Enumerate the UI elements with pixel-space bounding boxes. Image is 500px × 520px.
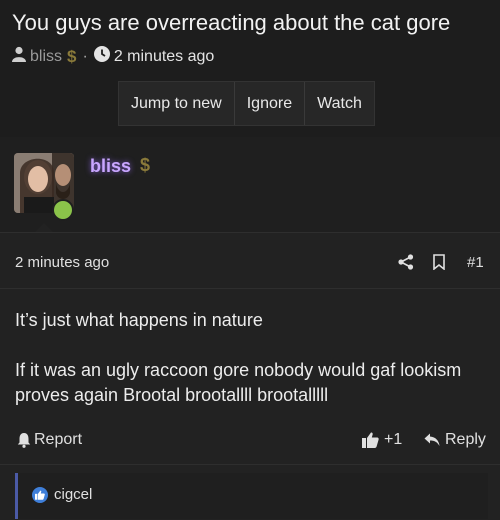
reply-icon: [424, 433, 440, 447]
dollar-badge-icon: $: [140, 155, 151, 175]
post-user-row: [0, 137, 500, 232]
thread-title: You guys are overreacting about the cat …: [12, 10, 451, 35]
thread-time[interactable]: 2 minutes ago: [114, 48, 215, 66]
post-username[interactable]: bliss: [90, 156, 131, 177]
report-button[interactable]: Report: [17, 431, 82, 449]
thumbs-up-icon: [362, 432, 379, 448]
share-icon[interactable]: [398, 254, 414, 275]
like-count: +1: [384, 431, 403, 448]
reply-label: Reply: [445, 431, 486, 448]
ignore-button[interactable]: Ignore: [235, 82, 306, 125]
post-number-link[interactable]: #1: [467, 254, 484, 271]
reaction-user[interactable]: cigcel: [54, 486, 92, 503]
thread-action-group: Jump to new Ignore Watch: [118, 81, 375, 126]
report-label: Report: [34, 431, 83, 448]
thread-meta: bliss $ · 2 minutes ago: [12, 46, 214, 67]
jump-to-new-button[interactable]: Jump to new: [119, 82, 235, 125]
reaction-summary[interactable]: cigcel: [32, 486, 92, 503]
post-paragraph: If it was an ugly raccoon gore nobody wo…: [15, 360, 462, 405]
like-button[interactable]: +1: [362, 431, 402, 449]
thread-author-link[interactable]: bliss: [30, 48, 62, 66]
bell-icon: [17, 432, 31, 448]
divider: [0, 232, 500, 233]
online-status-dot: [52, 199, 74, 221]
post-paragraph: It’s just what happens in nature: [15, 310, 263, 330]
divider: [0, 288, 500, 289]
reactions-bar: cigcel: [15, 473, 488, 519]
dollar-badge-icon: $: [67, 46, 77, 66]
divider: [0, 464, 500, 465]
like-reaction-icon: [32, 486, 48, 503]
bookmark-icon[interactable]: [433, 254, 445, 275]
reply-button[interactable]: Reply: [424, 431, 486, 449]
clock-icon: [93, 46, 110, 67]
watch-button[interactable]: Watch: [305, 82, 374, 125]
post-time[interactable]: 2 minutes ago: [15, 254, 109, 271]
meta-separator: ·: [82, 47, 88, 65]
user-icon: [12, 46, 26, 67]
